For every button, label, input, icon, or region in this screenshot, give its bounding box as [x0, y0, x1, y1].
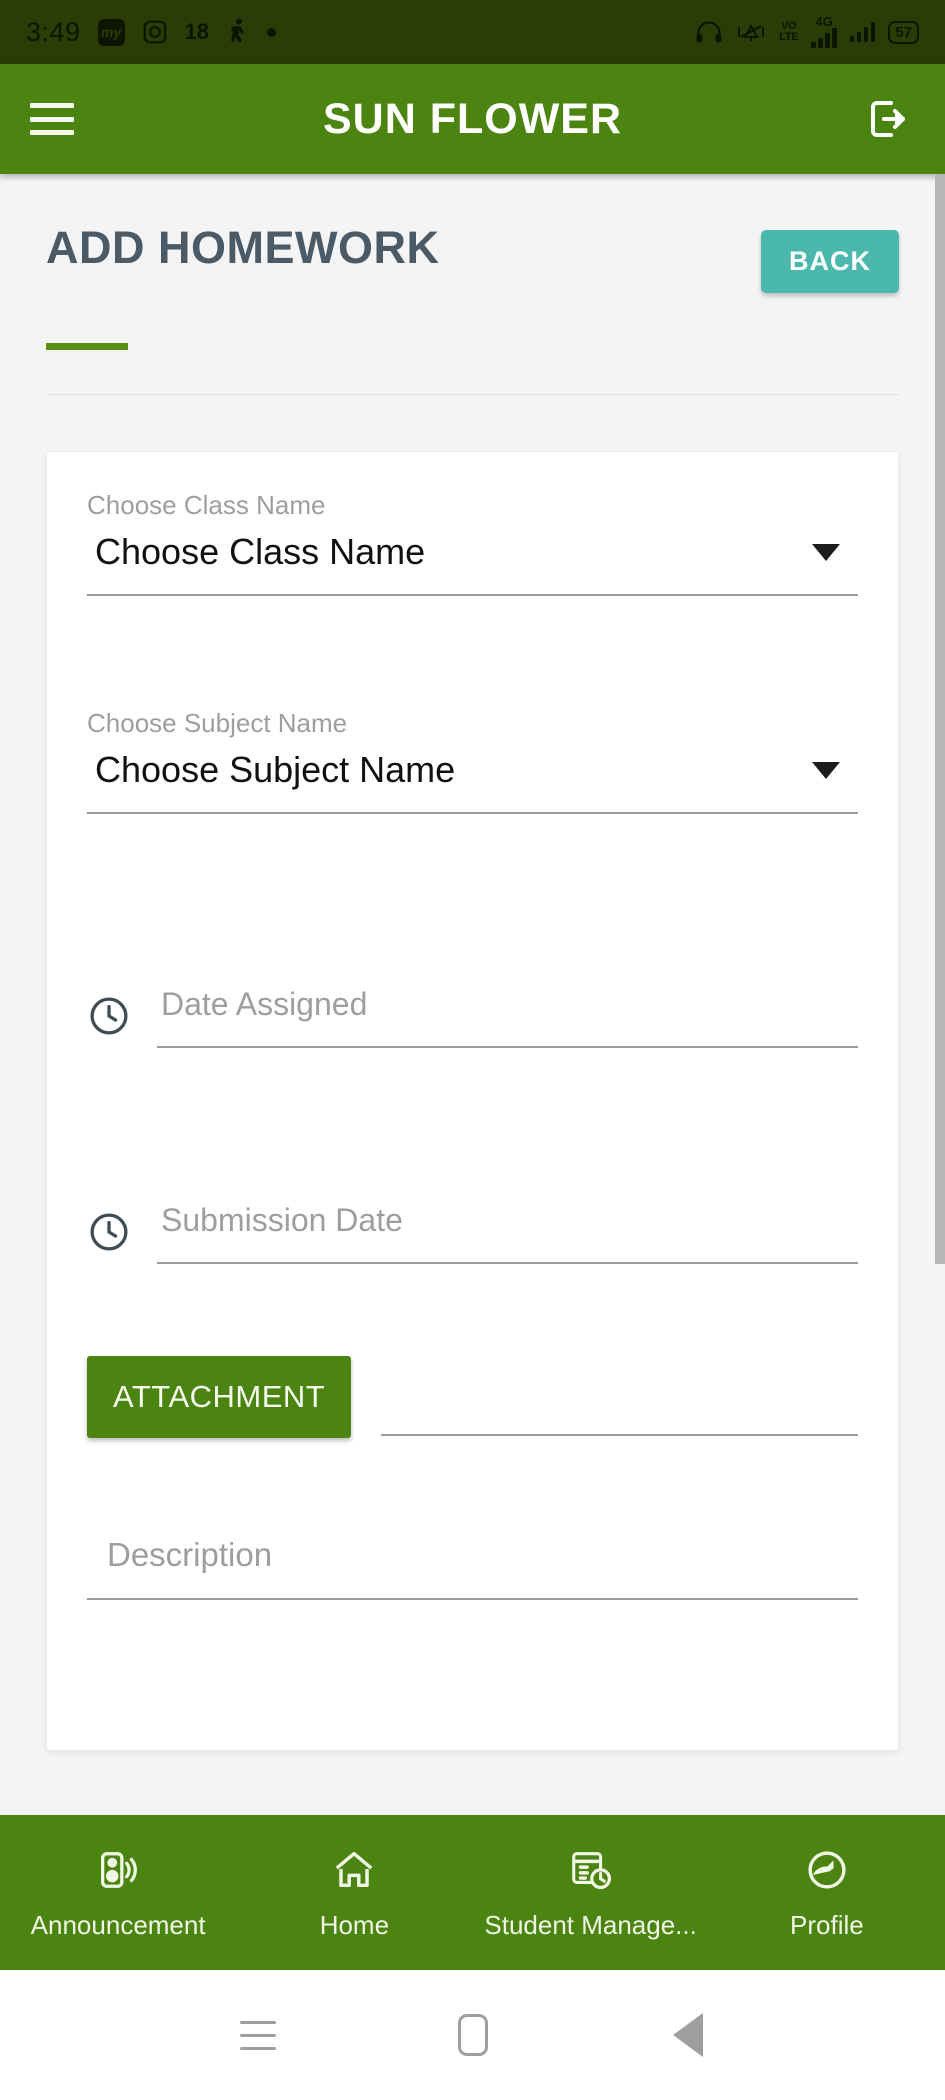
- headphones-icon: [695, 20, 723, 44]
- nav-item-student-management[interactable]: Student Manage...: [473, 1846, 709, 1940]
- my-app-icon: my: [97, 18, 125, 46]
- clock-icon: [87, 994, 131, 1038]
- subject-name-select[interactable]: Choose Subject Name: [87, 748, 858, 814]
- android-navigation-bar: [0, 1970, 945, 2100]
- back-button[interactable]: BACK: [761, 230, 899, 293]
- date-assigned-field: Date Assigned: [87, 984, 858, 1048]
- nav-label-student-management: Student Manage...: [484, 1909, 697, 1940]
- vibrate-icon: [736, 20, 766, 44]
- announcement-speaker-icon: [95, 1846, 141, 1894]
- network-type-label: 4G: [815, 14, 833, 29]
- class-name-value: Choose Class Name: [95, 531, 426, 572]
- date-assigned-placeholder: Date Assigned: [161, 986, 368, 1022]
- class-name-field: Choose Class Name Choose Class Name: [87, 488, 858, 596]
- page-header: ADD HOMEWORK BACK: [0, 174, 945, 293]
- volte-badge: VO LTE: [779, 20, 799, 43]
- date-assigned-input[interactable]: Date Assigned: [157, 984, 858, 1048]
- nav-label-profile: Profile: [790, 1909, 864, 1940]
- instagram-icon: [142, 19, 168, 45]
- walking-icon: [226, 18, 250, 46]
- student-management-schedule-icon: [568, 1846, 614, 1894]
- app-bar: SUN FLOWER: [0, 64, 945, 174]
- hamburger-menu-icon[interactable]: [30, 103, 74, 135]
- attachment-button[interactable]: ATTACHMENT: [87, 1356, 352, 1438]
- subject-name-label: Choose Subject Name: [87, 708, 348, 738]
- clock-icon: [87, 1210, 131, 1254]
- signal-bars-icon: [811, 28, 837, 48]
- status-bar-clock: 3:49: [26, 16, 81, 47]
- page-scrollbar[interactable]: [935, 174, 945, 1264]
- dot-icon: [267, 27, 277, 37]
- signal-bars-2-icon: [849, 22, 876, 42]
- phone-screen: 3:49 my 18 VO LTE 4G 57 SUN FLOWER ADD H…: [0, 0, 945, 2100]
- homework-form-card: Choose Class Name Choose Class Name Choo…: [46, 451, 899, 1751]
- chevron-down-icon[interactable]: [812, 761, 840, 779]
- nav-label-announcement: Announcement: [30, 1909, 206, 1940]
- attachment-filename-input[interactable]: [381, 1434, 858, 1436]
- home-square-icon[interactable]: [438, 2005, 508, 2065]
- subject-name-value: Choose Subject Name: [95, 749, 456, 790]
- submission-date-field: Submission Date: [87, 1200, 858, 1264]
- submission-date-input[interactable]: Submission Date: [157, 1200, 858, 1264]
- description-field: Description: [87, 1534, 858, 1600]
- class-name-label: Choose Class Name: [87, 490, 326, 520]
- profile-avatar-icon: [804, 1846, 850, 1894]
- back-triangle-icon[interactable]: [653, 2005, 723, 2065]
- notification-count: 18: [184, 19, 210, 44]
- nav-item-profile[interactable]: Profile: [709, 1846, 945, 1940]
- app-title: SUN FLOWER: [322, 94, 623, 143]
- class-name-select[interactable]: Choose Class Name: [87, 530, 858, 596]
- home-icon: [331, 1846, 377, 1894]
- nav-item-home[interactable]: Home: [236, 1846, 472, 1940]
- status-bar-left: 3:49 my 18: [26, 16, 277, 48]
- nav-item-announcement[interactable]: Announcement: [0, 1846, 236, 1940]
- header-divider: [46, 394, 899, 395]
- subject-name-field: Choose Subject Name Choose Subject Name: [87, 706, 858, 814]
- page-title: ADD HOMEWORK: [46, 222, 440, 273]
- bottom-navigation: Announcement Home Student Manage... Prof…: [0, 1815, 945, 1970]
- nav-label-home: Home: [319, 1909, 390, 1940]
- status-bar-right: VO LTE 4G 57: [695, 14, 919, 48]
- title-accent-bar: [46, 343, 128, 350]
- chevron-down-icon[interactable]: [812, 543, 840, 561]
- recents-icon[interactable]: [223, 2005, 293, 2065]
- submission-date-placeholder: Submission Date: [161, 1202, 403, 1238]
- battery-indicator: 57: [888, 20, 919, 44]
- description-placeholder: Description: [107, 1536, 273, 1573]
- logout-icon[interactable]: [863, 93, 915, 145]
- attachment-field: ATTACHMENT: [87, 1356, 858, 1438]
- description-input[interactable]: Description: [87, 1534, 858, 1600]
- page-content: ADD HOMEWORK BACK Choose Class Name Choo…: [0, 174, 945, 1815]
- status-bar: 3:49 my 18 VO LTE 4G 57: [0, 0, 945, 64]
